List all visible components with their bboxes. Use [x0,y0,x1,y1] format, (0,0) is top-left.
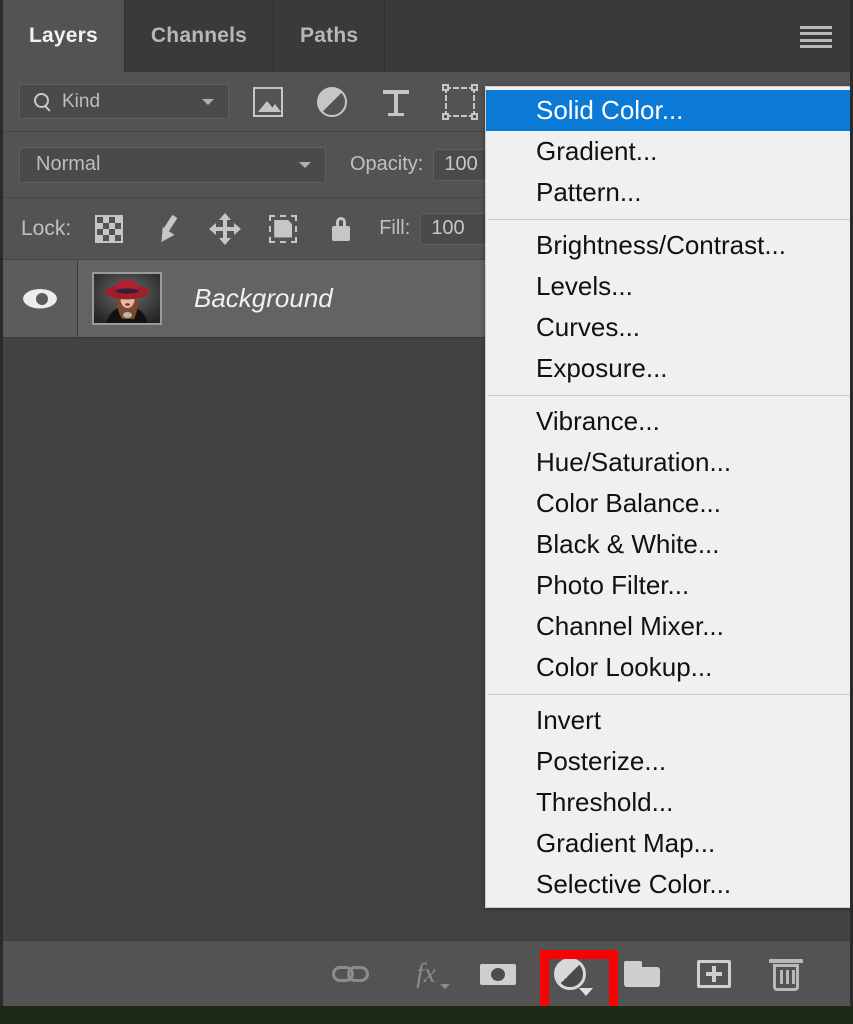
hamburger-icon[interactable] [800,26,832,48]
blend-mode-select[interactable]: Normal [19,146,326,183]
tab-channels[interactable]: Channels [125,0,275,72]
tab-strip-filler [385,0,850,72]
lock-position-icon[interactable] [209,212,242,245]
menu-item-gradient-map[interactable]: Gradient Map... [486,823,850,864]
search-icon [34,92,52,111]
adjustment-layer-filter-icon[interactable] [317,86,347,117]
panel-tab-strip: Layers Channels Paths [3,0,850,72]
menu-item-invert[interactable]: Invert [486,700,850,741]
add-layer-mask-button[interactable] [476,952,520,996]
pixel-layer-filter-icon[interactable] [253,86,283,117]
lock-icon-group [95,212,355,245]
menu-item-curves[interactable]: Curves... [486,307,850,348]
menu-item-gradient[interactable]: Gradient... [486,131,850,172]
lock-image-pixels-icon[interactable] [153,215,181,243]
menu-item-photo-filter[interactable]: Photo Filter... [486,565,850,606]
menu-item-color-balance[interactable]: Color Balance... [486,483,850,524]
tab-channels-label: Channels [150,24,248,47]
hamburger-line [800,38,832,42]
opacity-label: Opacity: [350,153,424,175]
menu-separator [488,395,850,396]
eye-icon [23,289,57,309]
chevron-down-icon [440,983,450,989]
blend-mode-value: Normal [36,153,101,175]
menu-item-threshold[interactable]: Threshold... [486,782,850,823]
tab-paths-label: Paths [300,24,359,47]
menu-item-color-lookup[interactable]: Color Lookup... [486,647,850,688]
menu-item-levels[interactable]: Levels... [486,266,850,307]
new-layer-button[interactable] [692,952,736,996]
woman-in-red-hat-photo [94,274,160,323]
menu-item-selective-color[interactable]: Selective Color... [486,864,850,905]
new-fill-or-adjustment-layer-menu: Solid Color... Gradient... Pattern... Br… [485,86,850,908]
lock-transparent-pixels-icon[interactable] [95,214,124,243]
layer-thumbnail-cell[interactable] [78,260,162,337]
menu-separator [488,219,850,220]
tab-layers[interactable]: Layers [3,0,125,72]
tab-layers-label: Layers [29,24,98,47]
menu-item-vibrance[interactable]: Vibrance... [486,401,850,442]
shape-layer-filter-icon[interactable] [442,83,478,120]
menu-item-channel-mixer[interactable]: Channel Mixer... [486,606,850,647]
lock-label: Lock: [21,216,72,240]
fill-label: Fill: [379,217,411,239]
lock-all-icon[interactable] [327,215,355,243]
new-group-button[interactable] [620,952,664,996]
new-adjustment-layer-button[interactable] [548,952,593,996]
menu-item-solid-color[interactable]: Solid Color... [486,90,850,131]
chevron-down-icon [202,98,214,105]
lock-artboard-nesting-icon[interactable] [269,214,298,243]
fx-icon: fx [416,958,436,988]
desktop-background-strip [0,1006,853,1024]
type-layer-filter-icon[interactable] [381,87,411,117]
menu-item-hue-saturation[interactable]: Hue/Saturation... [486,442,850,483]
layer-thumbnail [92,272,162,325]
filter-type-icons [253,83,478,120]
layers-panel-bottom-toolbar: fx [3,940,850,1006]
layer-style-button[interactable]: fx [404,952,450,996]
menu-item-brightness-contrast[interactable]: Brightness/Contrast... [486,225,850,266]
link-layers-button[interactable] [332,952,376,996]
menu-item-exposure[interactable]: Exposure... [486,348,850,389]
menu-item-pattern[interactable]: Pattern... [486,172,850,213]
hamburger-line [800,32,832,36]
filter-kind-value: Kind [62,90,101,112]
filter-kind-select[interactable]: Kind [19,84,229,119]
menu-item-posterize[interactable]: Posterize... [486,741,850,782]
tab-paths[interactable]: Paths [274,0,386,72]
layer-visibility-toggle[interactable] [3,260,78,337]
chevron-down-icon [299,161,311,168]
menu-separator [488,694,850,695]
layers-panel: Layers Channels Paths Kind Normal Opacit… [0,0,853,1006]
hamburger-line [800,44,832,48]
hamburger-line [800,26,832,29]
delete-layer-button[interactable] [764,952,808,996]
menu-item-black-and-white[interactable]: Black & White... [486,524,850,565]
layer-name[interactable]: Background [162,260,333,337]
chevron-down-icon [579,987,593,996]
